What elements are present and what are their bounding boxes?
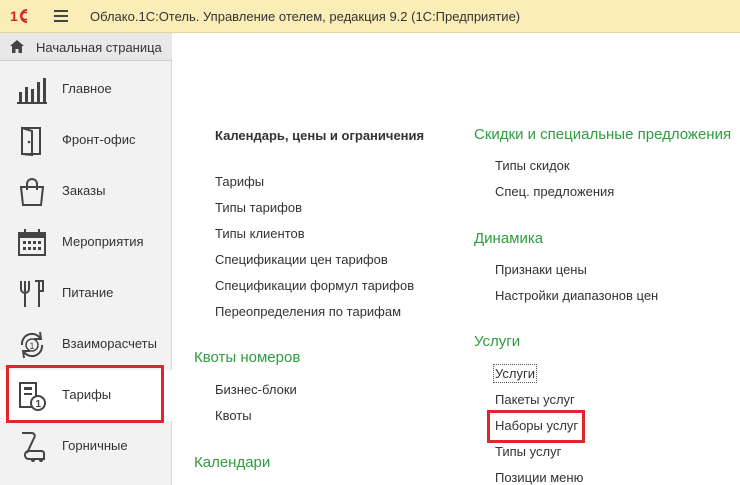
vacuum-icon — [22, 432, 46, 462]
link-service-types[interactable]: Типы услуг — [495, 444, 561, 459]
calendar-icon — [18, 229, 46, 256]
svg-text:1: 1 — [36, 399, 42, 410]
link-price-attributes[interactable]: Признаки цены — [495, 262, 587, 277]
link-service-sets[interactable]: Наборы услуг — [495, 418, 578, 433]
link-business-blocks[interactable]: Бизнес-блоки — [215, 382, 297, 397]
bar-chart-icon — [17, 78, 47, 104]
section-title-room-quotas[interactable]: Квоты номеров — [194, 349, 300, 366]
home-page-button[interactable]: Начальная страница — [0, 33, 172, 61]
sidebar-item-label: Питание — [62, 285, 114, 300]
link-tariff-formula-specs[interactable]: Спецификации формул тарифов — [215, 278, 414, 293]
main-content: Календарь, цены и ограничения Тарифы Тип… — [173, 33, 740, 485]
sidebar-item-settlements[interactable]: 1 Взаиморасчеты — [0, 319, 172, 370]
link-price-range-settings[interactable]: Настройки диапазонов цен — [495, 288, 658, 303]
exchange-icon: 1 — [20, 331, 44, 359]
section-title-calendars[interactable]: Календари — [194, 454, 270, 471]
section-title-calendar-prices: Календарь, цены и ограничения — [215, 128, 425, 143]
link-discount-types[interactable]: Типы скидок — [495, 158, 570, 173]
home-icon — [10, 40, 24, 53]
sidebar-item-tariffs[interactable]: 1 Тарифы — [0, 370, 172, 421]
section-title-discounts[interactable]: Скидки и специальные предложения — [474, 126, 731, 143]
svg-text:1: 1 — [30, 341, 35, 351]
sidebar-item-catering[interactable]: Питание — [0, 268, 172, 319]
tariff-icon: 1 — [19, 382, 46, 411]
sidebar: Начальная страница Главное Фронт-офис За… — [0, 33, 172, 485]
section-title-dynamics[interactable]: Динамика — [474, 230, 543, 247]
sidebar-item-label: Взаиморасчеты — [62, 336, 157, 351]
door-icon — [21, 126, 41, 157]
sidebar-item-label: Горничные — [62, 438, 128, 453]
sidebar-item-label: Тарифы — [62, 387, 112, 402]
link-service-packages[interactable]: Пакеты услуг — [495, 392, 575, 407]
sidebar-item-main[interactable]: Главное — [0, 64, 172, 115]
link-quotas[interactable]: Квоты — [215, 408, 252, 423]
window-title: Облако.1С:Отель. Управление отелем, реда… — [90, 9, 521, 24]
link-services[interactable]: Услуги — [493, 364, 537, 383]
1c-logo-icon: 1 — [10, 8, 28, 24]
link-tariffs[interactable]: Тарифы — [215, 174, 264, 189]
sidebar-item-events[interactable]: Мероприятия — [0, 217, 172, 268]
link-tariff-price-specs[interactable]: Спецификации цен тарифов — [215, 252, 388, 267]
link-tariff-types[interactable]: Типы тарифов — [215, 200, 302, 215]
sidebar-item-label: Мероприятия — [62, 234, 144, 249]
sidebar-item-label: Заказы — [62, 183, 106, 198]
link-tariff-overrides[interactable]: Переопределения по тарифам — [215, 304, 401, 319]
sidebar-item-orders[interactable]: Заказы — [0, 166, 172, 217]
home-page-label: Начальная страница — [36, 40, 162, 55]
title-bar: 1 Облако.1С:Отель. Управление отелем, ре… — [0, 0, 740, 33]
svg-text:1: 1 — [10, 8, 18, 24]
link-menu-items[interactable]: Позиции меню — [495, 470, 583, 485]
sidebar-item-front-office[interactable]: Фронт-офис — [0, 115, 172, 166]
shopping-bag-icon — [19, 178, 45, 206]
cutlery-icon — [20, 280, 44, 307]
sidebar-item-housekeeping[interactable]: Горничные — [0, 421, 172, 472]
sidebar-item-label: Фронт-офис — [62, 132, 136, 147]
main-menu-button[interactable] — [54, 10, 68, 22]
sidebar-item-label: Главное — [62, 81, 112, 96]
link-client-types[interactable]: Типы клиентов — [215, 226, 305, 241]
link-special-offers[interactable]: Спец. предложения — [495, 184, 614, 199]
section-title-services[interactable]: Услуги — [474, 333, 520, 350]
